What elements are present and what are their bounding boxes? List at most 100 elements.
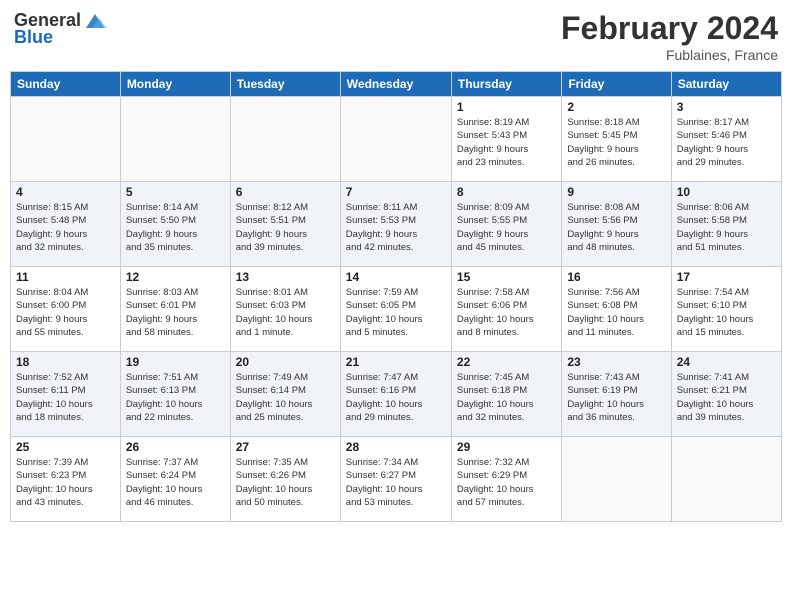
day-cell [120,97,230,182]
day-info: Sunrise: 7:34 AM Sunset: 6:27 PM Dayligh… [346,456,446,509]
day-cell: 8Sunrise: 8:09 AM Sunset: 5:55 PM Daylig… [451,182,561,267]
day-number: 12 [126,270,225,284]
day-info: Sunrise: 7:52 AM Sunset: 6:11 PM Dayligh… [16,371,115,424]
day-cell: 25 Sunrise: 7:39 AM Sunset: 6:23 PM Dayli… [11,437,121,522]
day-cell: 9 Sunrise: 8:08 AM Sunset: 5:56 PM Daylig… [562,182,671,267]
day-info: Sunrise: 7:37 AM Sunset: 6:24 PM Dayligh… [126,456,225,509]
day-cell: 1 Sunrise: 8:19 AM Sunset: 5:43 PM Daylig… [451,97,561,182]
day-number: 14 [346,270,446,284]
day-cell: 12 Sunrise: 8:03 AM Sunset: 6:01 PM Dayli… [120,267,230,352]
week-row-2: 4 Sunrise: 8:15 AM Sunset: 5:48 PM Daylig… [11,182,782,267]
header: General Blue February 2024 Fublaines, Fr… [10,10,782,63]
col-header-monday: Monday [120,72,230,97]
day-cell: 23 Sunrise: 7:43 AM Sunset: 6:19 PM Dayli… [562,352,671,437]
week-row-1: 1 Sunrise: 8:19 AM Sunset: 5:43 PM Daylig… [11,97,782,182]
day-number: 9 [567,185,665,199]
day-number: 4 [16,185,115,199]
day-info: Sunrise: 8:06 AM Sunset: 5:58 PM Dayligh… [677,201,776,254]
day-cell: 13Sunrise: 8:01 AM Sunset: 6:03 PM Dayli… [230,267,340,352]
day-number: 5 [126,185,225,199]
day-number: 23 [567,355,665,369]
day-info: Sunrise: 8:17 AM Sunset: 5:46 PM Dayligh… [677,116,776,169]
day-info: Sunrise: 7:32 AM Sunset: 6:29 PM Dayligh… [457,456,556,509]
day-info: Sunrise: 8:14 AM Sunset: 5:50 PM Dayligh… [126,201,225,254]
day-cell: 27 Sunrise: 7:35 AM Sunset: 6:26 PM Dayli… [230,437,340,522]
logo: General Blue [14,10,106,48]
day-info: Sunrise: 7:59 AM Sunset: 6:05 PM Dayligh… [346,286,446,339]
day-number: 11 [16,270,115,284]
calendar-location: Fublaines, France [561,47,778,63]
day-cell: 28 Sunrise: 7:34 AM Sunset: 6:27 PM Dayli… [340,437,451,522]
day-info: Sunrise: 7:41 AM Sunset: 6:21 PM Dayligh… [677,371,776,424]
day-cell: 29 Sunrise: 7:32 AM Sunset: 6:29 PM Dayli… [451,437,561,522]
day-cell [671,437,781,522]
day-number: 28 [346,440,446,454]
day-cell: 22 Sunrise: 7:45 AM Sunset: 6:18 PM Dayli… [451,352,561,437]
day-cell: 5 Sunrise: 8:14 AM Sunset: 5:50 PM Daylig… [120,182,230,267]
day-cell: 14 Sunrise: 7:59 AM Sunset: 6:05 PM Dayli… [340,267,451,352]
day-info: Sunrise: 7:58 AM Sunset: 6:06 PM Dayligh… [457,286,556,339]
col-header-wednesday: Wednesday [340,72,451,97]
day-info: Sunrise: 7:39 AM Sunset: 6:23 PM Dayligh… [16,456,115,509]
day-info: Sunrise: 7:43 AM Sunset: 6:19 PM Dayligh… [567,371,665,424]
day-number: 6 [236,185,335,199]
logo-icon [84,12,106,30]
day-cell: 26 Sunrise: 7:37 AM Sunset: 6:24 PM Dayli… [120,437,230,522]
logo-blue-text: Blue [14,27,53,48]
day-cell: 2Sunrise: 8:18 AM Sunset: 5:45 PM Daylig… [562,97,671,182]
day-cell: 24 Sunrise: 7:41 AM Sunset: 6:21 PM Dayli… [671,352,781,437]
day-cell [562,437,671,522]
day-number: 26 [126,440,225,454]
day-info: Sunrise: 8:11 AM Sunset: 5:53 PM Dayligh… [346,201,446,254]
day-info: Sunrise: 7:54 AM Sunset: 6:10 PM Dayligh… [677,286,776,339]
day-number: 20 [236,355,335,369]
day-cell: 15 Sunrise: 7:58 AM Sunset: 6:06 PM Dayli… [451,267,561,352]
col-header-thursday: Thursday [451,72,561,97]
day-info: Sunrise: 8:08 AM Sunset: 5:56 PM Dayligh… [567,201,665,254]
day-number: 7 [346,185,446,199]
day-info: Sunrise: 7:35 AM Sunset: 6:26 PM Dayligh… [236,456,335,509]
day-number: 16 [567,270,665,284]
day-info: Sunrise: 7:51 AM Sunset: 6:13 PM Dayligh… [126,371,225,424]
day-info: Sunrise: 8:04 AM Sunset: 6:00 PM Dayligh… [16,286,115,339]
day-number: 18 [16,355,115,369]
day-info: Sunrise: 8:01 AM Sunset: 6:03 PM Dayligh… [236,286,335,339]
day-cell [11,97,121,182]
day-number: 19 [126,355,225,369]
calendar-header-row: SundayMondayTuesdayWednesdayThursdayFrid… [11,72,782,97]
day-info: Sunrise: 7:45 AM Sunset: 6:18 PM Dayligh… [457,371,556,424]
day-cell: 4 Sunrise: 8:15 AM Sunset: 5:48 PM Daylig… [11,182,121,267]
day-cell: 10 Sunrise: 8:06 AM Sunset: 5:58 PM Dayli… [671,182,781,267]
day-number: 15 [457,270,556,284]
day-number: 1 [457,100,556,114]
col-header-sunday: Sunday [11,72,121,97]
day-info: Sunrise: 8:19 AM Sunset: 5:43 PM Dayligh… [457,116,556,169]
day-number: 10 [677,185,776,199]
day-cell: 11 Sunrise: 8:04 AM Sunset: 6:00 PM Dayli… [11,267,121,352]
day-info: Sunrise: 8:15 AM Sunset: 5:48 PM Dayligh… [16,201,115,254]
day-number: 29 [457,440,556,454]
day-info: Sunrise: 8:18 AM Sunset: 5:45 PM Dayligh… [567,116,665,169]
col-header-friday: Friday [562,72,671,97]
day-number: 24 [677,355,776,369]
day-number: 22 [457,355,556,369]
day-number: 3 [677,100,776,114]
day-info: Sunrise: 8:09 AM Sunset: 5:55 PM Dayligh… [457,201,556,254]
title-block: February 2024 Fublaines, France [561,10,778,63]
col-header-saturday: Saturday [671,72,781,97]
day-info: Sunrise: 7:47 AM Sunset: 6:16 PM Dayligh… [346,371,446,424]
day-cell: 21Sunrise: 7:47 AM Sunset: 6:16 PM Dayli… [340,352,451,437]
day-cell: 20 Sunrise: 7:49 AM Sunset: 6:14 PM Dayli… [230,352,340,437]
day-info: Sunrise: 7:49 AM Sunset: 6:14 PM Dayligh… [236,371,335,424]
calendar-title: February 2024 [561,10,778,47]
day-cell: 3 Sunrise: 8:17 AM Sunset: 5:46 PM Daylig… [671,97,781,182]
day-number: 27 [236,440,335,454]
col-header-tuesday: Tuesday [230,72,340,97]
day-cell: 19 Sunrise: 7:51 AM Sunset: 6:13 PM Dayli… [120,352,230,437]
calendar-table: SundayMondayTuesdayWednesdayThursdayFrid… [10,71,782,522]
week-row-5: 25 Sunrise: 7:39 AM Sunset: 6:23 PM Dayli… [11,437,782,522]
day-info: Sunrise: 8:03 AM Sunset: 6:01 PM Dayligh… [126,286,225,339]
week-row-3: 11 Sunrise: 8:04 AM Sunset: 6:00 PM Dayli… [11,267,782,352]
day-number: 25 [16,440,115,454]
day-info: Sunrise: 8:12 AM Sunset: 5:51 PM Dayligh… [236,201,335,254]
